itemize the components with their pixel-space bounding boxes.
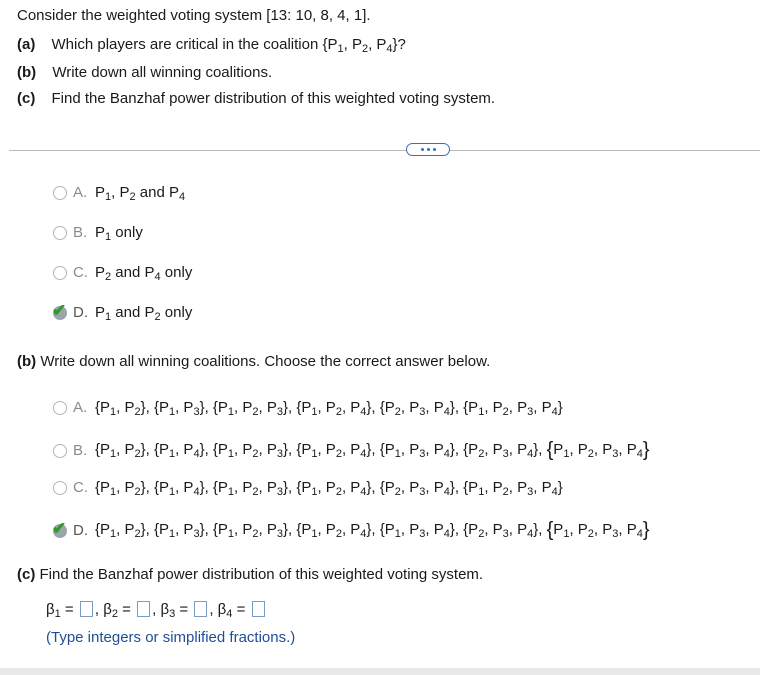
ellipsis-icon bbox=[420, 148, 424, 151]
beta-2-input[interactable] bbox=[137, 601, 151, 617]
part-b-option-b[interactable]: B. {P1, P2}, {P1, P4}, {P1, P2, P3}, {P1… bbox=[53, 439, 650, 462]
part-a-option-b[interactable]: B. P1 only bbox=[53, 224, 143, 243]
show-more-button[interactable] bbox=[406, 143, 450, 156]
part-b-option-a[interactable]: A. {P1, P2}, {P1, P3}, {P1, P2, P3}, {P1… bbox=[53, 399, 563, 418]
beta-2-label: β2 bbox=[103, 601, 118, 620]
option-text: P1 only bbox=[95, 224, 143, 243]
option-text: P1 and P2 only bbox=[95, 304, 193, 323]
part-b-text: Write down all winning coalitions. bbox=[52, 64, 273, 81]
part-label: (c) bbox=[17, 566, 36, 583]
beta-1-input[interactable] bbox=[79, 601, 93, 617]
check-icon: ✔ bbox=[52, 518, 67, 538]
option-text: {P1, P2}, {P1, P3}, {P1, P2, P3}, {P1, P… bbox=[95, 399, 563, 418]
question-part-b: (b) Write down all winning coalitions. bbox=[17, 64, 272, 81]
option-text: P2 and P4 only bbox=[95, 264, 193, 283]
part-c-text: Find the Banzhaf power distribution of t… bbox=[51, 90, 496, 107]
part-c-prompt: (c) Find the Banzhaf power distribution … bbox=[17, 566, 484, 583]
part-a-option-d[interactable]: ✔ D. P1 and P2 only bbox=[52, 302, 193, 323]
option-text: {P1, P2}, {P1, P3}, {P1, P2, P3}, {P1, P… bbox=[95, 519, 650, 541]
option-text: P1, P2 and P4 bbox=[95, 184, 186, 203]
part-a-option-c[interactable]: C. P2 and P4 only bbox=[53, 264, 193, 283]
radio-button[interactable] bbox=[53, 185, 67, 200]
radio-button[interactable] bbox=[53, 225, 67, 240]
radio-button[interactable] bbox=[53, 265, 67, 280]
radio-button-selected[interactable]: ✔ bbox=[52, 302, 67, 320]
beta-4-input[interactable] bbox=[251, 601, 265, 617]
part-b-option-c[interactable]: C. {P1, P2}, {P1, P4}, {P1, P2, P3}, {P1… bbox=[53, 479, 563, 498]
radio-button-selected[interactable]: ✔ bbox=[52, 520, 67, 538]
beta-1-label: β1 bbox=[46, 601, 61, 620]
question-part-c: (c) Find the Banzhaf power distribution … bbox=[17, 90, 495, 107]
question-intro: Consider the weighted voting system [13:… bbox=[17, 7, 371, 24]
part-a-option-a[interactable]: A. P1, P2 and P4 bbox=[53, 184, 186, 203]
option-text: {P1, P2}, {P1, P4}, {P1, P2, P3}, {P1, P… bbox=[95, 479, 563, 498]
radio-button[interactable] bbox=[53, 480, 67, 495]
part-b-prompt: (b) Write down all winning coalitions. C… bbox=[17, 353, 491, 370]
part-label: (c) bbox=[17, 90, 36, 107]
part-label: (a) bbox=[17, 36, 36, 53]
beta-4-label: β4 bbox=[217, 601, 233, 620]
section-divider bbox=[9, 150, 760, 151]
beta-3-label: β3 bbox=[160, 601, 176, 620]
check-icon: ✔ bbox=[52, 300, 67, 320]
option-text: {P1, P2}, {P1, P4}, {P1, P2, P3}, {P1, P… bbox=[95, 439, 650, 461]
part-label: (b) bbox=[17, 353, 37, 370]
question-part-a: (a) Which players are critical in the co… bbox=[17, 36, 406, 55]
part-label: (b) bbox=[17, 64, 37, 81]
banzhaf-answer-row: β1 = , β2 = , β3 = , β4 = bbox=[46, 601, 267, 620]
radio-button[interactable] bbox=[53, 400, 67, 415]
part-a-text: Which players are critical in the coalit… bbox=[51, 36, 406, 55]
answer-format-note: (Type integers or simplified fractions.) bbox=[46, 629, 296, 646]
radio-button[interactable] bbox=[53, 443, 67, 458]
part-b-option-d[interactable]: ✔ D. {P1, P2}, {P1, P3}, {P1, P2, P3}, {… bbox=[52, 519, 650, 542]
bottom-bar bbox=[0, 668, 760, 675]
beta-3-input[interactable] bbox=[194, 601, 208, 617]
